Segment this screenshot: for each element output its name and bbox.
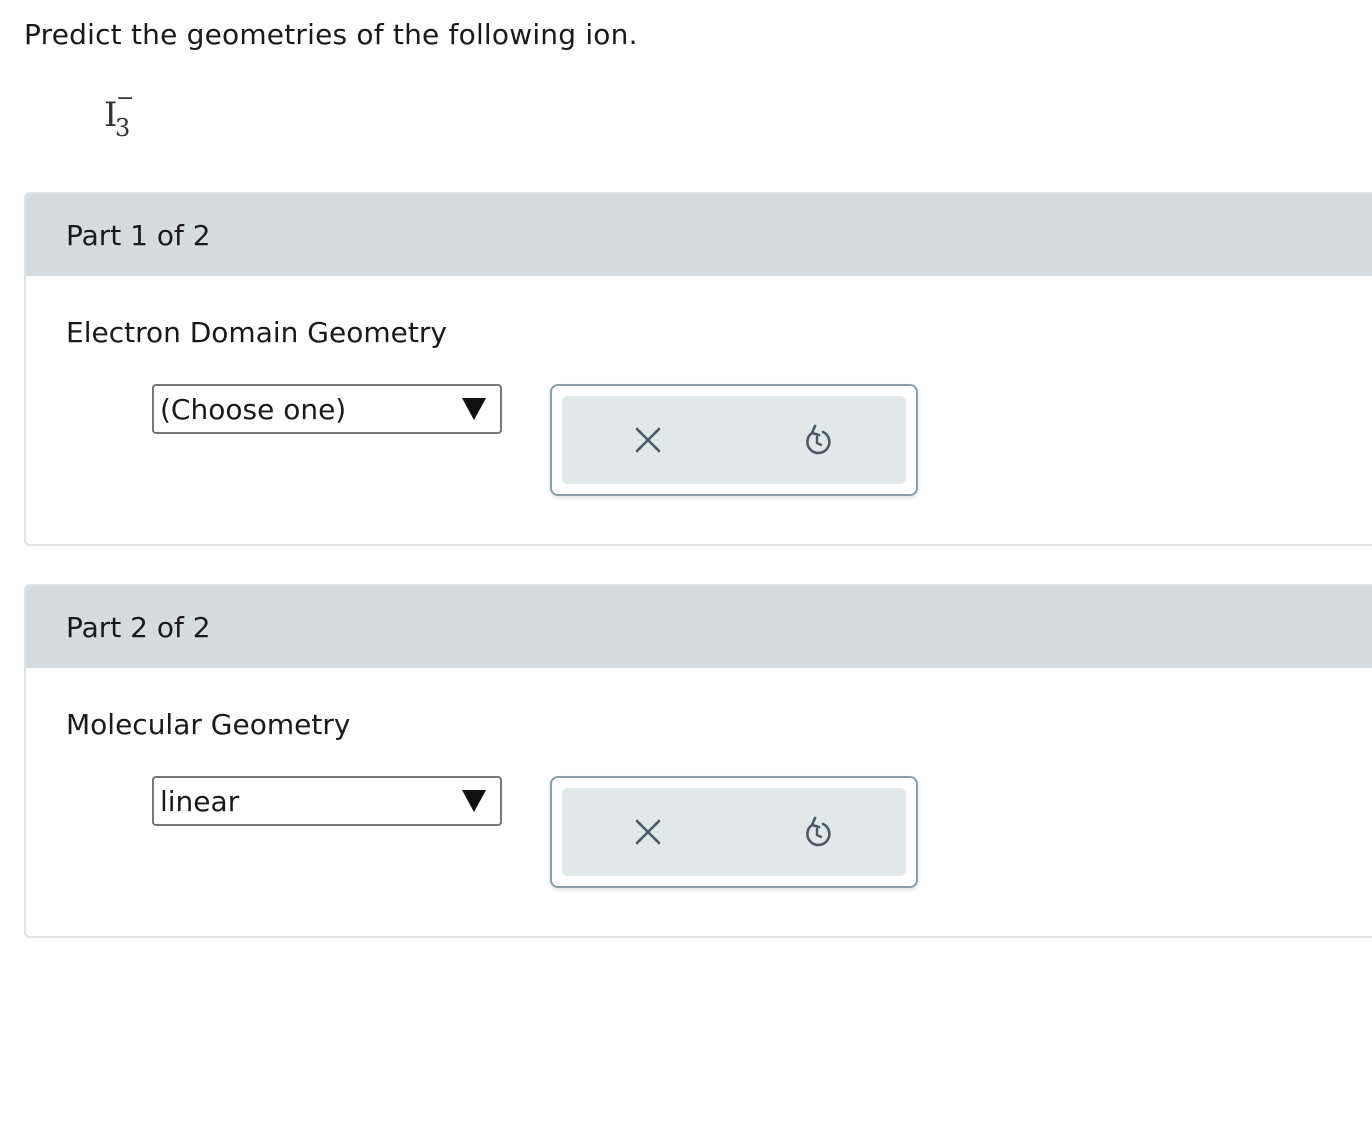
dropdown-arrow-icon xyxy=(462,790,486,812)
part-1-title: Part 1 of 2 xyxy=(66,218,211,252)
formula-subscript: 3 xyxy=(115,114,131,142)
part-1-header: Part 1 of 2 xyxy=(26,194,1372,276)
part-1-action-bar xyxy=(562,396,906,484)
ion-formula: I − 3 xyxy=(104,88,134,141)
undo-icon xyxy=(806,816,831,847)
undo-icon xyxy=(806,424,831,455)
part-1-action-box xyxy=(550,384,918,496)
question-text: Predict the geometries of the following … xyxy=(24,18,638,51)
undo-button[interactable] xyxy=(790,414,846,466)
x-icon xyxy=(635,427,661,453)
x-icon xyxy=(635,819,661,845)
clear-button[interactable] xyxy=(620,806,676,858)
molecular-geometry-label: Molecular Geometry xyxy=(66,708,351,741)
molecular-geometry-select-value: linear xyxy=(160,784,240,818)
part-2-panel: Part 2 of 2 Molecular Geometry linear xyxy=(24,584,1372,938)
electron-domain-select[interactable]: (Choose one) xyxy=(152,384,502,434)
part-2-title: Part 2 of 2 xyxy=(66,610,211,644)
part-2-action-bar xyxy=(562,788,906,876)
part-2-body: Molecular Geometry linear xyxy=(26,668,1372,936)
part-2-header: Part 2 of 2 xyxy=(26,586,1372,668)
dropdown-arrow-icon xyxy=(462,398,486,420)
part-1-body: Electron Domain Geometry (Choose one) xyxy=(26,276,1372,544)
formula-charge: − xyxy=(116,86,135,111)
part-2-action-box xyxy=(550,776,918,888)
electron-domain-select-value: (Choose one) xyxy=(160,392,347,426)
electron-domain-label: Electron Domain Geometry xyxy=(66,316,447,349)
part-1-panel: Part 1 of 2 Electron Domain Geometry (Ch… xyxy=(24,192,1372,546)
molecular-geometry-select[interactable]: linear xyxy=(152,776,502,826)
undo-button[interactable] xyxy=(790,806,846,858)
clear-button[interactable] xyxy=(620,414,676,466)
